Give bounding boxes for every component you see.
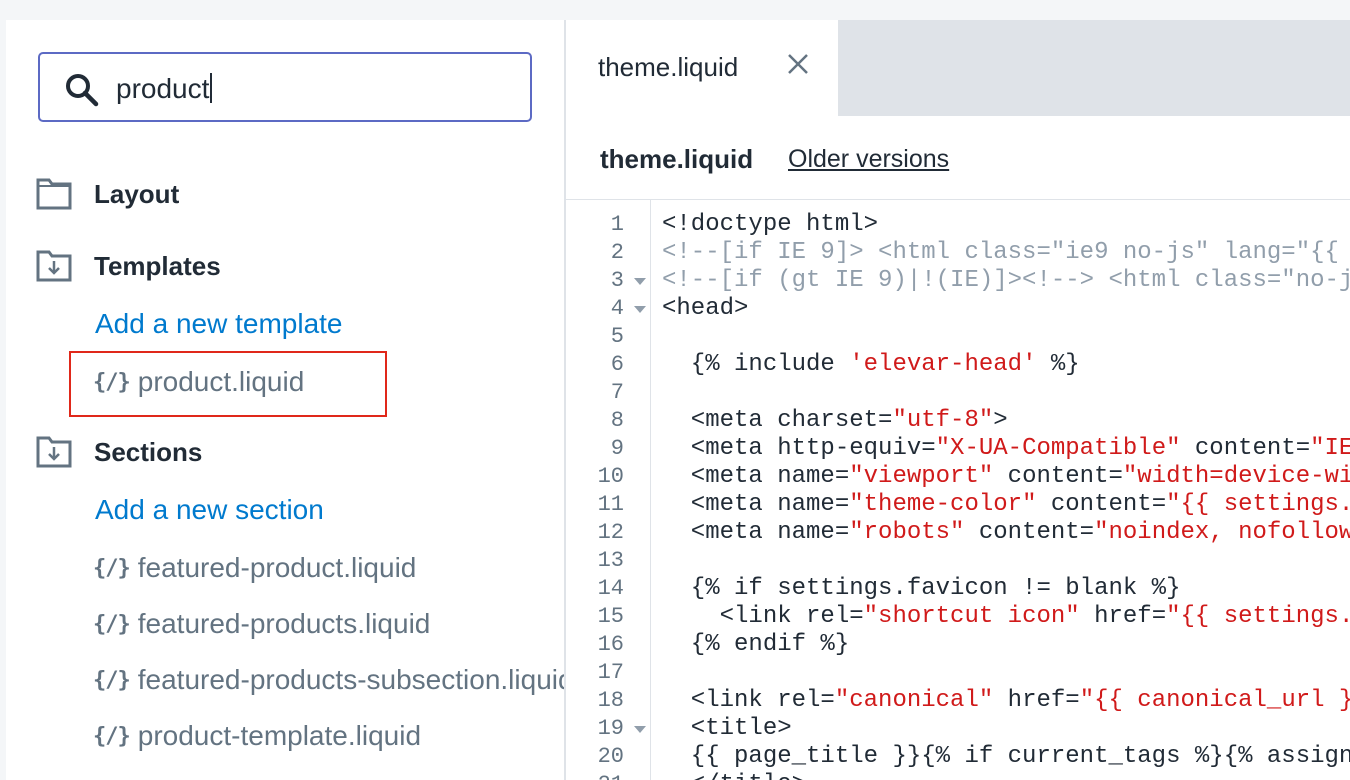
- folder-layout[interactable]: Layout: [94, 178, 179, 210]
- line-number: 16: [597, 632, 624, 657]
- section-file-item[interactable]: {/} featured-product.liquid: [93, 552, 416, 585]
- line-number: 15: [597, 604, 624, 629]
- code-line: {% endif %}: [662, 631, 850, 658]
- code-line: <title>: [662, 715, 792, 742]
- code-file-icon: {/}: [93, 556, 131, 581]
- line-number: 13: [597, 548, 624, 573]
- folder-download-icon: [36, 250, 72, 282]
- fold-arrow-icon[interactable]: [634, 306, 646, 313]
- code-line: <meta name="robots" content="noindex, no…: [662, 519, 1350, 546]
- tab-label: theme.liquid: [598, 52, 739, 82]
- code-line: {% if settings.favicon != blank %}: [662, 575, 1181, 602]
- line-number: 20: [597, 744, 624, 769]
- file-title: theme.liquid: [600, 144, 754, 174]
- line-number-gutter: 123456789101112131415161718192021: [566, 200, 651, 780]
- line-number: 10: [597, 464, 624, 489]
- file-label: featured-products.liquid: [137, 608, 431, 639]
- code-line: <!doctype html>: [662, 211, 879, 238]
- line-number: 21: [566, 771, 624, 780]
- fold-arrow-icon[interactable]: [634, 726, 646, 733]
- code-line: <!--[if IE 9]> <html class="ie9 no-js" l…: [662, 239, 1339, 266]
- line-number: 12: [597, 520, 624, 545]
- search-value: product: [116, 73, 210, 104]
- code-line: <meta charset="utf-8">: [662, 407, 1008, 434]
- section-file-item[interactable]: {/} product-template.liquid: [93, 720, 421, 753]
- section-file-item[interactable]: {/} featured-products.liquid: [93, 608, 430, 641]
- fold-arrow-icon[interactable]: [634, 278, 646, 285]
- line-number: 17: [597, 660, 624, 685]
- older-versions-link[interactable]: Older versions: [788, 143, 949, 175]
- code-line: <head>: [662, 295, 749, 322]
- code-line: <meta name="viewport" content="width=dev…: [662, 463, 1350, 490]
- code-line: <meta name="theme-color" content="{{ set…: [662, 491, 1350, 518]
- line-number: 9: [610, 436, 624, 461]
- code-file-icon: {/}: [93, 612, 131, 637]
- file-label: product-template.liquid: [137, 720, 422, 751]
- search-input[interactable]: product: [38, 52, 532, 122]
- code-line: {{ page_title }}{% if current_tags %}{% …: [690, 743, 1350, 770]
- line-number: 7: [610, 380, 624, 405]
- search-icon: [66, 74, 99, 107]
- text-caret: [210, 73, 213, 103]
- folder-sections[interactable]: Sections: [94, 436, 202, 468]
- highlight-box: [69, 351, 387, 417]
- add-template-link[interactable]: Add a new template: [95, 308, 343, 340]
- line-number: 1: [610, 212, 624, 237]
- code-area[interactable]: 123456789101112131415161718192021 <!doct…: [566, 200, 1350, 780]
- code-file-icon: {/}: [93, 668, 131, 693]
- code-line: <!--[if (gt IE 9)|!(IE)]><!--> <html cla…: [662, 267, 1350, 294]
- code-line: <meta http-equiv="X-UA-Compatible" conte…: [662, 435, 1350, 462]
- code-line: {% include 'elevar-head' %}: [662, 351, 1080, 378]
- file-header: theme.liquid Older versions: [566, 116, 1350, 200]
- code-editor-panel: theme.liquid theme.liquid Older versions…: [566, 20, 1350, 780]
- file-label: featured-product.liquid: [137, 552, 417, 583]
- line-number: 11: [597, 492, 624, 517]
- folder-templates[interactable]: Templates: [94, 250, 221, 282]
- close-icon[interactable]: [784, 50, 812, 78]
- code-line: <link rel="shortcut icon" href="{{ setti…: [662, 603, 1350, 630]
- line-number: 2: [610, 240, 624, 265]
- section-file-item[interactable]: {/} featured-products-subsection.liquid: [93, 664, 564, 697]
- line-number: 8: [610, 408, 624, 433]
- file-label: featured-products-subsection.liquid: [137, 664, 564, 695]
- line-number: 18: [597, 688, 624, 713]
- line-number: 3: [610, 268, 624, 293]
- line-number: 19: [597, 716, 624, 741]
- tab-bar: theme.liquid: [566, 20, 1350, 116]
- folder-icon: [36, 178, 72, 210]
- line-number: 4: [610, 296, 624, 321]
- file-sidebar: product Layout Templates Add a new templ…: [6, 20, 564, 780]
- tab-theme-liquid[interactable]: theme.liquid: [566, 20, 838, 116]
- folder-download-icon: [36, 436, 72, 468]
- line-number: 6: [610, 352, 624, 377]
- code-line: </title>: [662, 771, 806, 780]
- code-file-icon: {/}: [93, 724, 131, 749]
- add-section-link[interactable]: Add a new section: [95, 494, 324, 526]
- line-number: 5: [610, 324, 624, 349]
- line-number: 14: [597, 576, 624, 601]
- code-line: <link rel="canonical" href="{{ canonical…: [662, 687, 1350, 714]
